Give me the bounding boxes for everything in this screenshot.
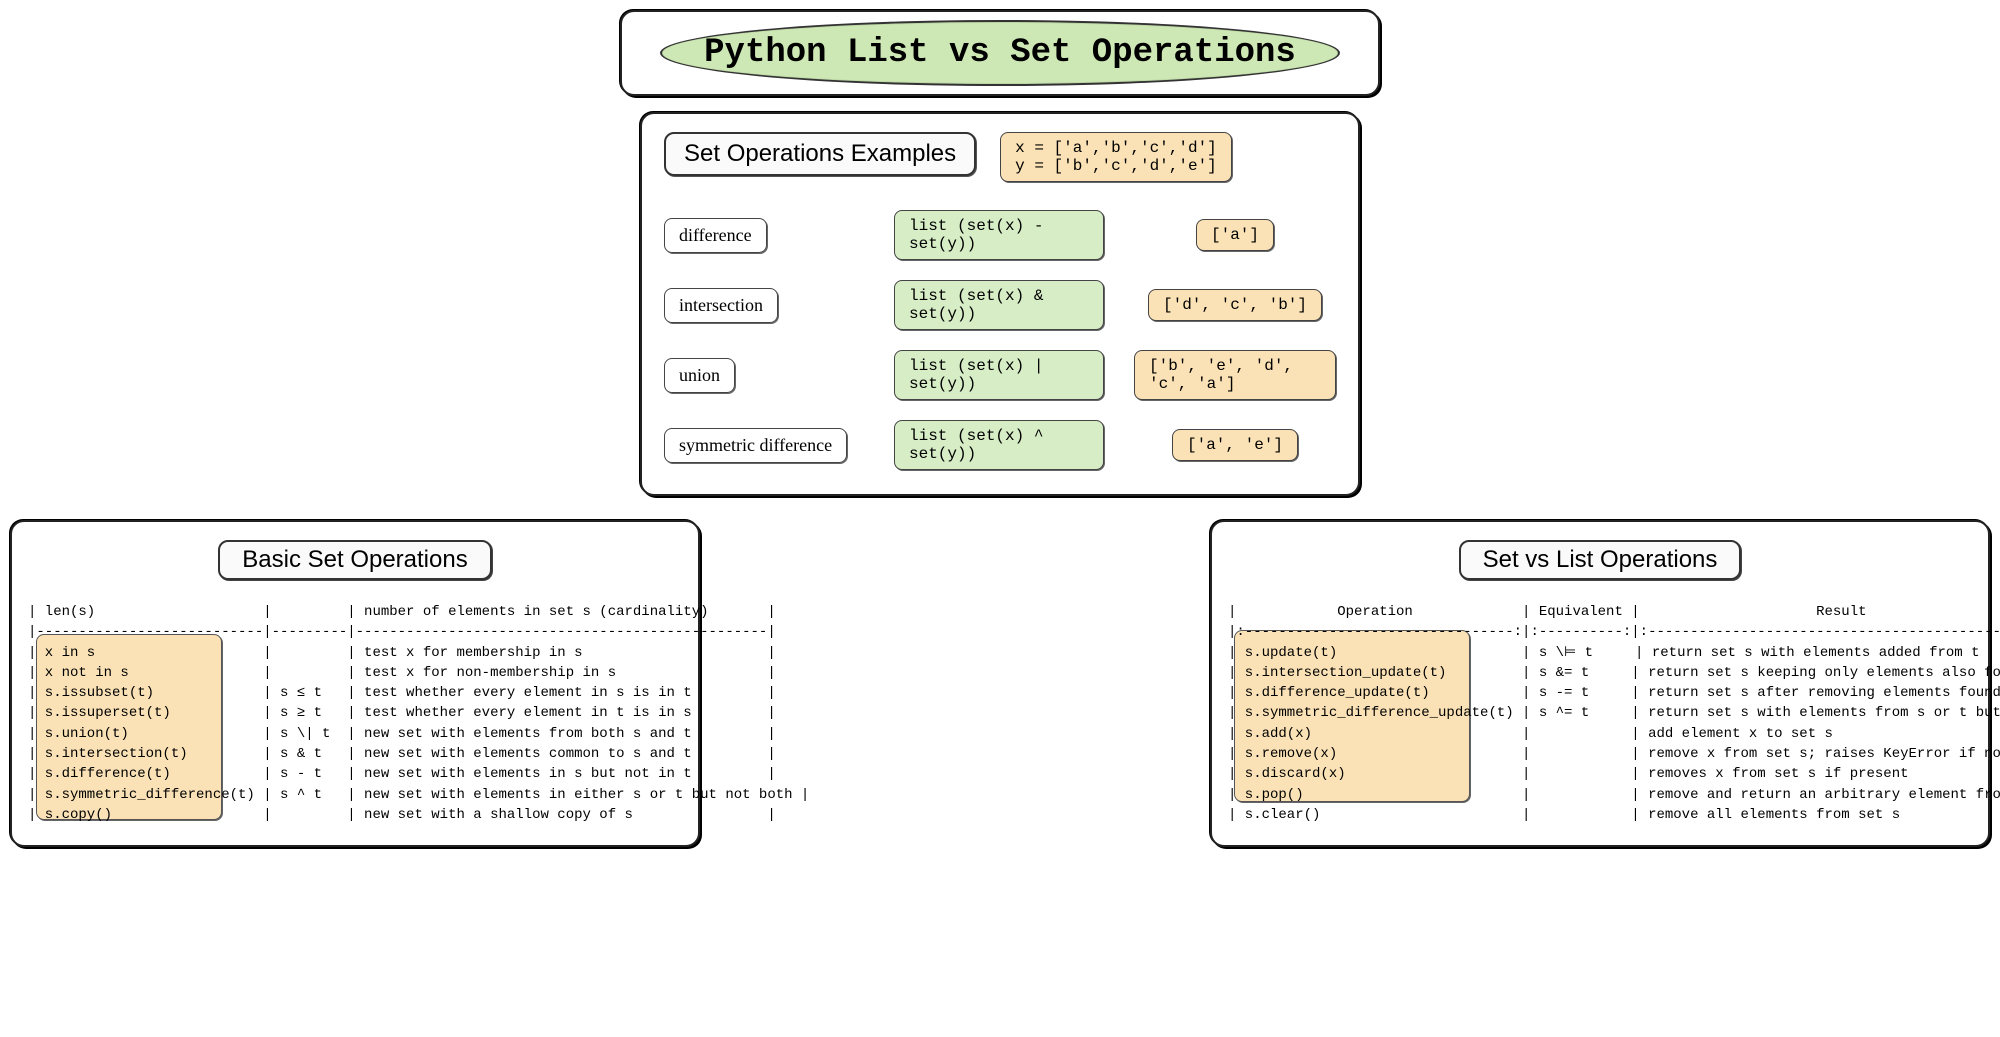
example-result: ['a'] (1196, 219, 1274, 251)
basic-heading: Basic Set Operations (218, 540, 491, 580)
example-name: symmetric difference (664, 428, 847, 463)
example-row: union list (set(x) | set(y)) ['b', 'e', … (664, 350, 1336, 400)
example-result: ['b', 'e', 'd', 'c', 'a'] (1134, 350, 1336, 400)
example-row: intersection list (set(x) & set(y)) ['d'… (664, 280, 1336, 330)
example-name: difference (664, 218, 767, 253)
example-row: symmetric difference list (set(x) ^ set(… (664, 420, 1336, 470)
setvslist-panel: Set vs List Operations | Operation | Equ… (1210, 520, 1990, 847)
example-expr: list (set(x) & set(y)) (894, 280, 1104, 330)
example-expr: list (set(x) | set(y)) (894, 350, 1104, 400)
basic-table: | len(s) | | number of elements in set s… (28, 602, 682, 825)
example-name: union (664, 358, 735, 393)
examples-panel: Set Operations Examples x = ['a','b','c'… (640, 112, 1360, 496)
examples-header: Set Operations Examples x = ['a','b','c'… (664, 132, 1336, 182)
examples-heading: Set Operations Examples (664, 132, 976, 176)
example-row: difference list (set(x) - set(y)) ['a'] (664, 210, 1336, 260)
page-title: Python List vs Set Operations (704, 34, 1296, 72)
setvslist-table: | Operation | Equivalent | Result | |:--… (1228, 602, 1972, 825)
example-name: intersection (664, 288, 778, 323)
bottom-row: Basic Set Operations | len(s) | | number… (10, 520, 1990, 847)
basic-panel: Basic Set Operations | len(s) | | number… (10, 520, 700, 847)
title-ellipse: Python List vs Set Operations (660, 20, 1340, 86)
title-panel: Python List vs Set Operations (620, 10, 1380, 96)
setvslist-heading: Set vs List Operations (1459, 540, 1742, 580)
example-expr: list (set(x) - set(y)) (894, 210, 1104, 260)
example-result: ['a', 'e'] (1172, 429, 1298, 461)
example-result: ['d', 'c', 'b'] (1148, 289, 1322, 321)
examples-setup: x = ['a','b','c','d'] y = ['b','c','d','… (1000, 132, 1232, 182)
example-expr: list (set(x) ^ set(y)) (894, 420, 1104, 470)
